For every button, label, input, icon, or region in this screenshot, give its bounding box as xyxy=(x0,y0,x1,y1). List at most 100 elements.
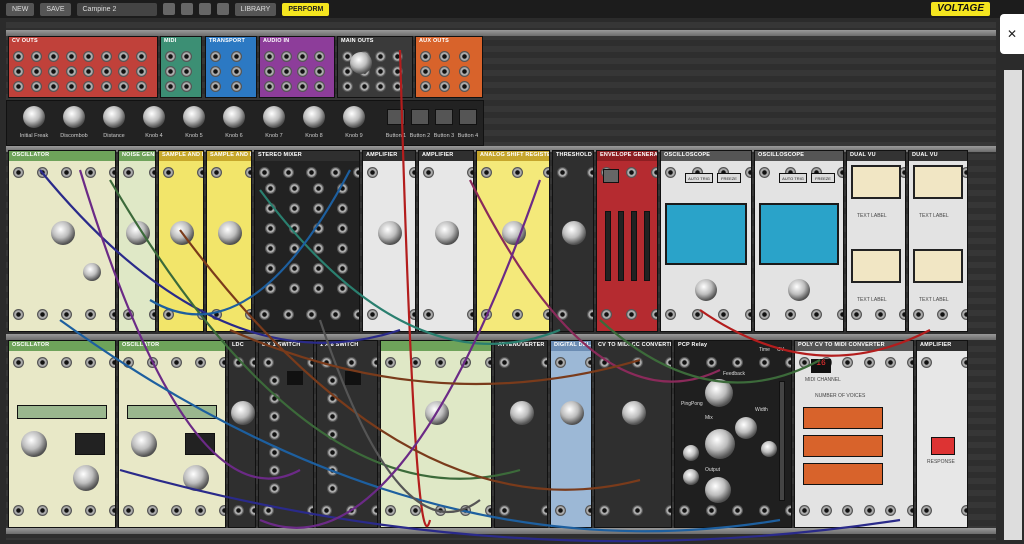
input-jack[interactable] xyxy=(423,167,434,178)
patch-jack[interactable] xyxy=(48,51,59,62)
module-knob[interactable] xyxy=(170,221,194,245)
patch-jack[interactable] xyxy=(100,51,112,62)
output-jack[interactable] xyxy=(937,309,948,320)
module-knob[interactable] xyxy=(126,221,150,245)
fine-tune-knob[interactable] xyxy=(183,465,209,491)
output-jack[interactable] xyxy=(385,505,396,516)
input-jack[interactable] xyxy=(329,167,341,178)
response-button[interactable] xyxy=(931,437,955,455)
controller-knob[interactable] xyxy=(63,106,85,128)
switch-jack[interactable] xyxy=(269,465,280,476)
output-jack[interactable] xyxy=(837,309,843,320)
switch-jack[interactable] xyxy=(269,447,280,458)
input-jack[interactable] xyxy=(13,357,24,368)
input-jack[interactable] xyxy=(147,357,158,368)
output-jack[interactable] xyxy=(758,505,770,516)
input-jack[interactable] xyxy=(837,167,843,178)
input-jack[interactable] xyxy=(85,357,96,368)
patch-jack[interactable] xyxy=(48,66,59,77)
patch-jack[interactable] xyxy=(264,81,275,92)
output-jack[interactable] xyxy=(171,505,182,516)
controller-knob[interactable] xyxy=(223,106,245,128)
module-knob[interactable] xyxy=(435,221,459,245)
output-jack[interactable] xyxy=(263,505,274,516)
output-jack[interactable] xyxy=(512,309,523,320)
input-jack[interactable] xyxy=(626,167,637,178)
output-jack[interactable] xyxy=(851,309,862,320)
patch-jack[interactable] xyxy=(100,66,112,77)
patch-jack[interactable] xyxy=(13,51,24,62)
output-jack[interactable] xyxy=(499,505,510,516)
input-jack[interactable] xyxy=(665,167,676,178)
output-jack[interactable] xyxy=(665,309,676,320)
switch-jack[interactable] xyxy=(327,483,338,494)
output-jack[interactable] xyxy=(367,309,378,320)
input-jack[interactable] xyxy=(233,357,244,368)
patch-jack[interactable] xyxy=(83,51,94,62)
mixer-jack[interactable] xyxy=(289,183,300,194)
output-jack[interactable] xyxy=(249,505,255,516)
mixer-jack[interactable] xyxy=(289,223,300,234)
input-jack[interactable] xyxy=(367,167,378,178)
module-knob[interactable] xyxy=(378,221,402,245)
patch-jack[interactable] xyxy=(342,81,353,92)
auto-trig-button[interactable]: AUTO TRIG xyxy=(779,173,807,183)
output-jack[interactable] xyxy=(875,309,886,320)
output-jack[interactable] xyxy=(423,309,434,320)
output-jack[interactable] xyxy=(626,309,637,320)
input-jack[interactable] xyxy=(799,357,810,368)
patch-jack[interactable] xyxy=(458,81,470,92)
output-jack[interactable] xyxy=(306,309,317,320)
patch-jack[interactable] xyxy=(65,51,77,62)
output-jack[interactable] xyxy=(85,505,96,516)
patch-jack[interactable] xyxy=(375,81,386,92)
input-jack[interactable] xyxy=(543,167,549,178)
output-jack[interactable] xyxy=(259,309,270,320)
patch-jack[interactable] xyxy=(439,81,451,92)
input-jack[interactable] xyxy=(149,167,155,178)
input-jack[interactable] xyxy=(512,167,523,178)
controller-button[interactable] xyxy=(435,109,453,125)
input-jack[interactable] xyxy=(863,357,875,368)
output-jack[interactable] xyxy=(555,505,566,516)
input-jack[interactable] xyxy=(346,357,357,368)
controller-knob[interactable] xyxy=(263,106,285,128)
patch-jack[interactable] xyxy=(48,81,59,92)
mixer-jack[interactable] xyxy=(265,203,276,214)
freeze-button[interactable]: FREEZE xyxy=(717,173,741,183)
input-jack[interactable] xyxy=(555,357,566,368)
patch-jack[interactable] xyxy=(165,81,176,92)
mixer-jack[interactable] xyxy=(289,243,300,254)
output-jack[interactable] xyxy=(863,505,875,516)
envelope-slider[interactable] xyxy=(605,211,611,281)
input-jack[interactable] xyxy=(249,357,255,368)
fine-tune-knob[interactable] xyxy=(73,465,99,491)
output-jack[interactable] xyxy=(632,505,643,516)
patch-jack[interactable] xyxy=(231,51,242,62)
patch-jack[interactable] xyxy=(118,51,129,62)
input-jack[interactable] xyxy=(195,357,206,368)
output-jack[interactable] xyxy=(409,309,415,320)
settings-icon[interactable] xyxy=(216,3,229,15)
switch-jack[interactable] xyxy=(269,393,280,404)
module-knob[interactable] xyxy=(231,401,255,425)
input-jack[interactable] xyxy=(109,357,115,368)
switch-jack[interactable] xyxy=(327,411,338,422)
mixer-jack[interactable] xyxy=(337,183,348,194)
mixer-jack[interactable] xyxy=(313,263,324,274)
output-jack[interactable] xyxy=(961,505,967,516)
patch-jack[interactable] xyxy=(280,51,292,62)
input-jack[interactable] xyxy=(907,357,913,368)
input-jack[interactable] xyxy=(651,167,657,178)
switch-jack[interactable] xyxy=(327,375,338,386)
output-jack[interactable] xyxy=(485,505,491,516)
module-knob[interactable] xyxy=(560,401,584,425)
output-jack[interactable] xyxy=(329,309,341,320)
patch-jack[interactable] xyxy=(83,66,94,77)
switch-jack[interactable] xyxy=(269,429,280,440)
input-jack[interactable] xyxy=(665,357,671,368)
input-jack[interactable] xyxy=(123,357,134,368)
mixer-jack[interactable] xyxy=(337,263,348,274)
input-jack[interactable] xyxy=(435,357,446,368)
patch-jack[interactable] xyxy=(313,66,325,77)
